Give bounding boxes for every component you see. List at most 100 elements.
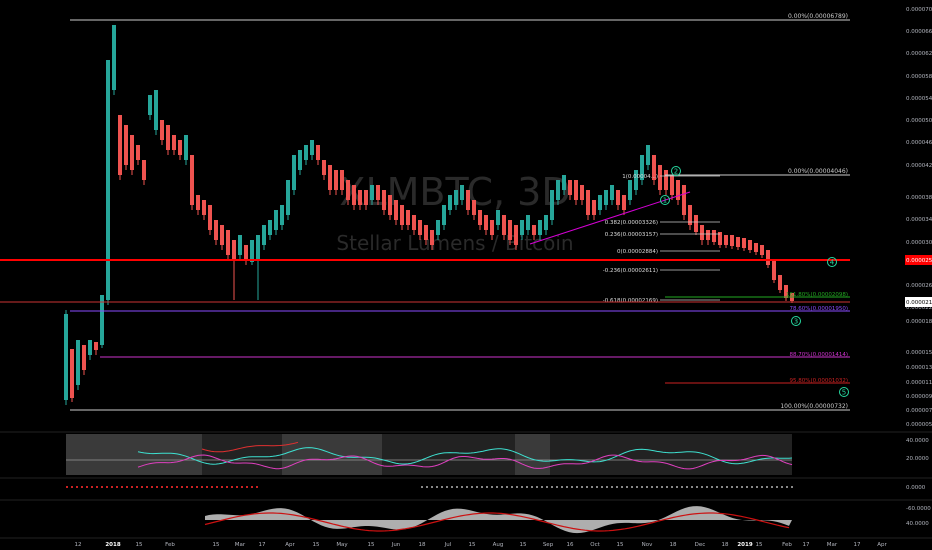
- y-tick-label: 0.00002600: [906, 283, 932, 289]
- momentum-bar: [691, 486, 693, 488]
- candle-body: [466, 190, 470, 210]
- fib-colored-label: 95.80%(0.00001032): [789, 378, 848, 384]
- candle-body: [292, 155, 296, 190]
- y-tick-label: 0.00000570: [906, 422, 932, 428]
- momentum-bar: [156, 486, 158, 488]
- momentum-bar: [641, 486, 643, 488]
- fib-inner-label: 0(0.00002884): [617, 249, 658, 255]
- x-tick-label: 15: [136, 542, 143, 548]
- fib-inner-label: 0.382(0.00003326): [605, 220, 658, 226]
- momentum-bar: [566, 486, 568, 488]
- momentum-bar: [676, 486, 678, 488]
- momentum-bar: [191, 486, 193, 488]
- candle-body: [460, 185, 464, 200]
- indicator-axis-label: 0.0000: [906, 485, 926, 491]
- momentum-bar: [81, 486, 83, 488]
- momentum-bar: [206, 486, 208, 488]
- momentum-bar: [686, 486, 688, 488]
- momentum-bar: [216, 486, 218, 488]
- momentum-bar: [521, 486, 523, 488]
- candle-body: [64, 314, 68, 400]
- candle-body: [574, 180, 578, 200]
- y-tick-label: 0.00001100: [906, 380, 932, 386]
- candle-body: [130, 135, 134, 170]
- momentum-bar: [421, 486, 423, 488]
- candle-body: [382, 190, 386, 210]
- indicator-axis-label: 20.0000: [906, 456, 929, 462]
- candle-body: [334, 170, 338, 190]
- momentum-bar: [776, 486, 778, 488]
- momentum-bar: [466, 486, 468, 488]
- candle-body: [514, 225, 518, 245]
- y-tick-label: 0.00004600: [906, 140, 932, 146]
- momentum-bar: [501, 486, 503, 488]
- momentum-bar: [231, 486, 233, 488]
- candle-body: [136, 145, 140, 160]
- candle-body: [394, 200, 398, 220]
- momentum-bar: [511, 486, 513, 488]
- candle-body: [766, 250, 770, 265]
- candle-body: [724, 235, 728, 245]
- x-tick-label: Dec: [695, 542, 706, 548]
- wave-label: 4: [830, 259, 835, 267]
- momentum-bar: [236, 486, 238, 488]
- x-tick-label: 17: [803, 542, 810, 548]
- candle-body: [364, 190, 368, 205]
- candle-body: [748, 240, 752, 250]
- candle-body: [448, 195, 452, 210]
- momentum-bar: [561, 486, 563, 488]
- price-chart[interactable]: XLMBTC, 3D Stellar Lumens / Bitcoin 0.00…: [0, 0, 932, 550]
- momentum-bar: [426, 486, 428, 488]
- y-tick-label: 0.00005400: [906, 96, 932, 102]
- candle-body: [694, 215, 698, 232]
- momentum-bar: [791, 486, 793, 488]
- x-tick-label: 15: [368, 542, 375, 548]
- momentum-bar: [106, 486, 108, 488]
- candle-body: [772, 260, 776, 280]
- candle-body: [118, 115, 122, 175]
- fib-colored-label: 78.60%(0.00001950): [789, 306, 848, 312]
- momentum-bar: [126, 486, 128, 488]
- momentum-bar: [606, 486, 608, 488]
- candle-body: [400, 205, 404, 225]
- candle-body: [262, 225, 266, 245]
- candle-body: [88, 340, 92, 355]
- x-tick-label: Aug: [493, 542, 504, 548]
- candle-body: [712, 230, 716, 242]
- panel1-shade-dark: [382, 434, 515, 475]
- candle-body: [370, 185, 374, 200]
- momentum-bar: [556, 486, 558, 488]
- candle-body: [406, 210, 410, 225]
- momentum-bar: [736, 486, 738, 488]
- y-tick-label: 0.00006600: [906, 29, 932, 35]
- momentum-bar: [636, 486, 638, 488]
- x-tick-label: 18: [419, 542, 426, 548]
- momentum-bar: [446, 486, 448, 488]
- momentum-bar: [141, 486, 143, 488]
- candle-body: [634, 170, 638, 190]
- candle-body: [178, 140, 182, 155]
- momentum-bar: [671, 486, 673, 488]
- candle-body: [454, 190, 458, 205]
- momentum-bar: [581, 486, 583, 488]
- candle-body: [550, 190, 554, 220]
- x-tick-label: Apr: [285, 542, 295, 548]
- candle-body: [316, 145, 320, 160]
- candle-body: [148, 95, 152, 115]
- y-tick-label: 0.00001500: [906, 350, 932, 356]
- wave-label: 3: [794, 318, 798, 326]
- momentum-bar: [631, 486, 633, 488]
- x-tick-label: 12: [75, 542, 82, 548]
- momentum-bar: [441, 486, 443, 488]
- candle-body: [238, 235, 242, 255]
- momentum-bar: [731, 486, 733, 488]
- momentum-bar: [721, 486, 723, 488]
- candle-body: [358, 190, 362, 205]
- candle-body: [436, 220, 440, 235]
- x-tick-label: Feb: [165, 542, 175, 548]
- momentum-bar: [611, 486, 613, 488]
- momentum-bar: [251, 486, 253, 488]
- candle-body: [256, 235, 260, 260]
- momentum-bar: [626, 486, 628, 488]
- momentum-bar: [616, 486, 618, 488]
